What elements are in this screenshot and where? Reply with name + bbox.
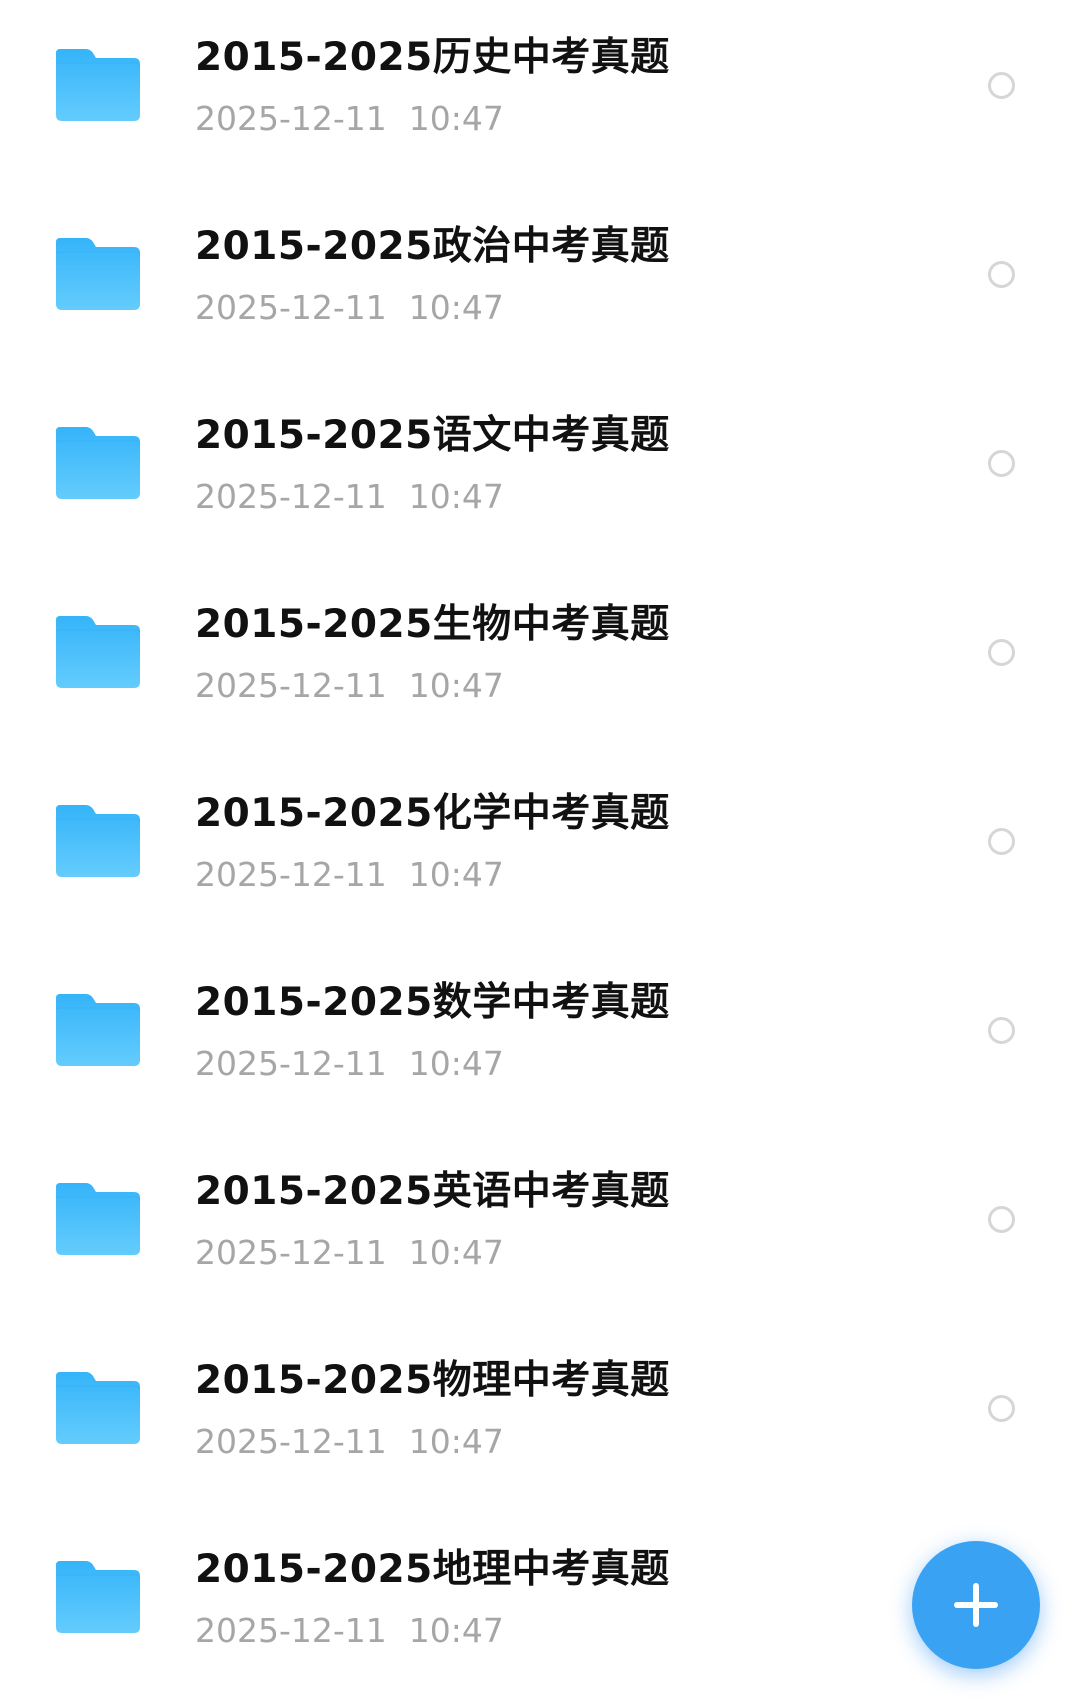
file-row[interactable]: 2015-2025生物中考真题 2025-12-11 10:47 <box>0 567 1080 756</box>
select-checkbox[interactable] <box>988 828 1015 855</box>
folder-icon <box>56 616 140 688</box>
file-time: 10:47 <box>408 1611 504 1650</box>
file-date: 2025-12-11 <box>195 855 387 894</box>
file-name: 2015-2025化学中考真题 <box>195 791 670 836</box>
file-date: 2025-12-11 <box>195 666 387 705</box>
file-row[interactable]: 2015-2025英语中考真题 2025-12-11 10:47 <box>0 1134 1080 1323</box>
file-name: 2015-2025地理中考真题 <box>195 1547 670 1592</box>
select-checkbox[interactable] <box>988 639 1015 666</box>
file-name: 2015-2025语文中考真题 <box>195 413 670 458</box>
folder-icon <box>56 1183 140 1255</box>
folder-icon <box>56 49 140 121</box>
file-time: 10:47 <box>408 477 504 516</box>
file-timestamp: 2025-12-11 10:47 <box>195 1425 504 1458</box>
file-row[interactable]: 2015-2025政治中考真题 2025-12-11 10:47 <box>0 189 1080 378</box>
file-timestamp: 2025-12-11 10:47 <box>195 291 504 324</box>
folder-icon <box>56 1561 140 1633</box>
file-time: 10:47 <box>408 1422 504 1461</box>
folder-icon <box>56 805 140 877</box>
file-row[interactable]: 2015-2025物理中考真题 2025-12-11 10:47 <box>0 1323 1080 1512</box>
folder-icon <box>56 994 140 1066</box>
file-name: 2015-2025生物中考真题 <box>195 602 670 647</box>
select-checkbox[interactable] <box>988 261 1015 288</box>
file-row[interactable]: 2015-2025语文中考真题 2025-12-11 10:47 <box>0 378 1080 567</box>
file-name: 2015-2025物理中考真题 <box>195 1358 670 1403</box>
file-time: 10:47 <box>408 666 504 705</box>
file-time: 10:47 <box>408 855 504 894</box>
folder-icon <box>56 238 140 310</box>
file-name: 2015-2025历史中考真题 <box>195 35 670 80</box>
folder-icon <box>56 427 140 499</box>
file-timestamp: 2025-12-11 10:47 <box>195 1614 504 1647</box>
file-row[interactable]: 2015-2025化学中考真题 2025-12-11 10:47 <box>0 756 1080 945</box>
file-time: 10:47 <box>408 99 504 138</box>
file-name: 2015-2025数学中考真题 <box>195 980 670 1025</box>
file-timestamp: 2025-12-11 10:47 <box>195 1236 504 1269</box>
plus-icon <box>954 1583 998 1627</box>
file-row[interactable]: 2015-2025历史中考真题 2025-12-11 10:47 <box>0 0 1080 189</box>
select-checkbox[interactable] <box>988 72 1015 99</box>
file-name: 2015-2025政治中考真题 <box>195 224 670 269</box>
file-date: 2025-12-11 <box>195 288 387 327</box>
file-date: 2025-12-11 <box>195 99 387 138</box>
file-time: 10:47 <box>408 288 504 327</box>
select-checkbox[interactable] <box>988 1206 1015 1233</box>
file-time: 10:47 <box>408 1044 504 1083</box>
folder-icon <box>56 1372 140 1444</box>
file-date: 2025-12-11 <box>195 1422 387 1461</box>
file-date: 2025-12-11 <box>195 1233 387 1272</box>
file-time: 10:47 <box>408 1233 504 1272</box>
file-timestamp: 2025-12-11 10:47 <box>195 1047 504 1080</box>
file-timestamp: 2025-12-11 10:47 <box>195 480 504 513</box>
file-timestamp: 2025-12-11 10:47 <box>195 102 504 135</box>
select-checkbox[interactable] <box>988 1017 1015 1044</box>
file-name: 2015-2025英语中考真题 <box>195 1169 670 1214</box>
file-list: 2015-2025历史中考真题 2025-12-11 10:47 2015-202… <box>0 0 1080 1702</box>
file-timestamp: 2025-12-11 10:47 <box>195 858 504 891</box>
file-timestamp: 2025-12-11 10:47 <box>195 669 504 702</box>
file-date: 2025-12-11 <box>195 1044 387 1083</box>
add-button[interactable] <box>912 1541 1040 1669</box>
select-checkbox[interactable] <box>988 1395 1015 1422</box>
file-date: 2025-12-11 <box>195 1611 387 1650</box>
file-date: 2025-12-11 <box>195 477 387 516</box>
select-checkbox[interactable] <box>988 450 1015 477</box>
file-row[interactable]: 2015-2025数学中考真题 2025-12-11 10:47 <box>0 945 1080 1134</box>
